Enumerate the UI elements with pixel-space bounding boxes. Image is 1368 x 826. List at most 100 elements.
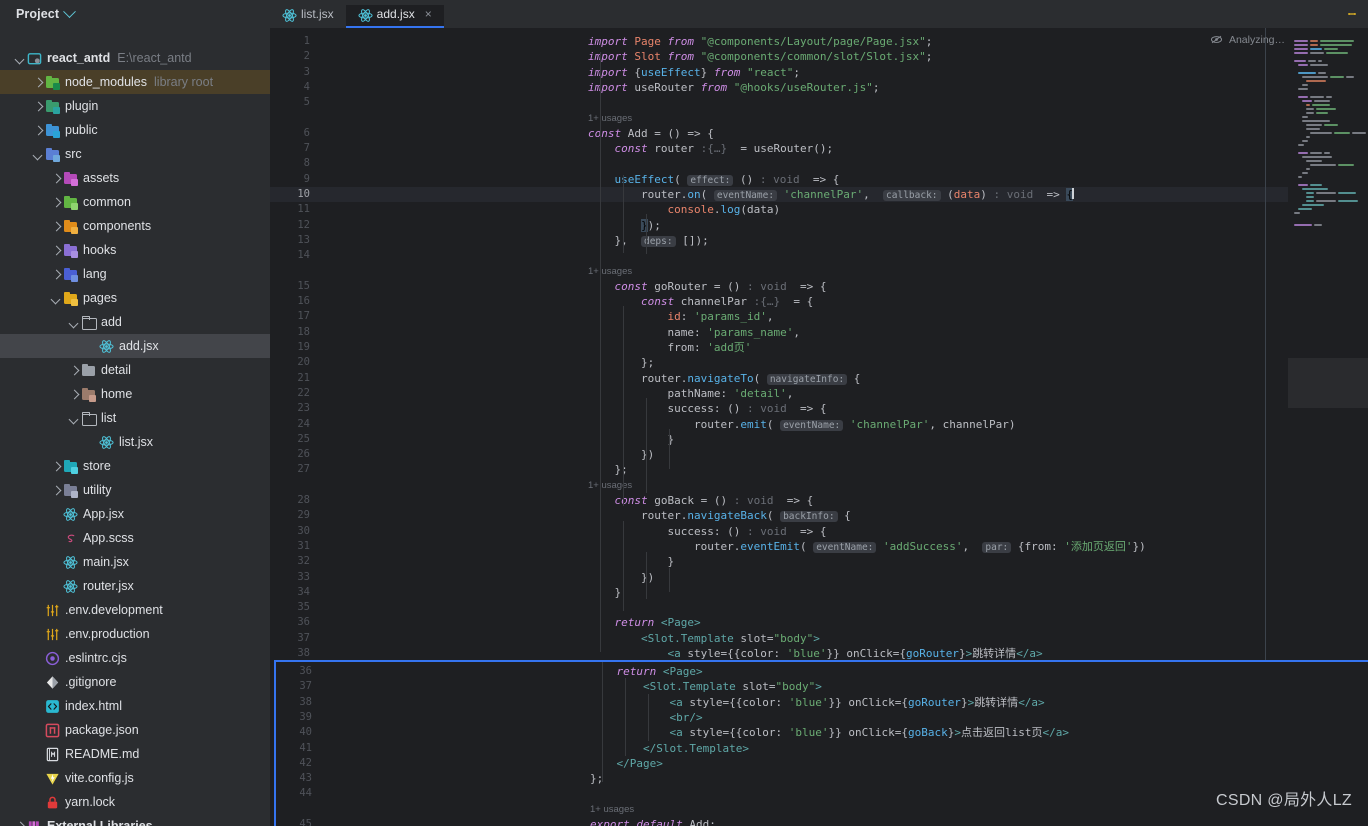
code-line[interactable]: 19 from: 'add页' [270,340,1368,355]
code-line[interactable]: 25 } [270,432,1368,447]
code-line[interactable]: 27 }; [270,462,1368,477]
code-line[interactable]: 37 <Slot.Template slot="body"> [276,679,1368,694]
code-line[interactable]: 30 success: () : void => { [270,524,1368,539]
code-editor-main[interactable]: 1 import Page from "@components/Layout/pa… [270,28,1368,660]
chevron-down-icon[interactable] [32,148,44,160]
chevron-right-icon[interactable] [68,388,80,400]
chevron-right-icon[interactable] [50,268,62,280]
tree-item-hooks[interactable]: hooks [0,238,270,262]
tree-item-react-antd[interactable]: react_antd E:\react_antd [0,46,270,70]
code-line[interactable]: 40 <a style={{color: 'blue'}} onClick={g… [276,725,1368,740]
tree-item-pages[interactable]: pages [0,286,270,310]
code-editor-split-pane[interactable]: 36 return <Page> 37 <Slot.Template slot="… [274,660,1368,826]
tree-item-gitignore[interactable]: .gitignore [0,670,270,694]
tree-item-index-html[interactable]: index.html [0,694,270,718]
chevron-right-icon[interactable] [32,76,44,88]
tree-item-readme-md[interactable]: README.md [0,742,270,766]
tree-item-node-modules[interactable]: node_modules library root [0,70,270,94]
tree-item-plugin[interactable]: plugin [0,94,270,118]
tree-item-main-jsx[interactable]: main.jsx [0,550,270,574]
tree-item-eslintrc-cjs[interactable]: .eslintrc.cjs [0,646,270,670]
tree-item-assets[interactable]: assets [0,166,270,190]
usages-hint[interactable]: 1+ usages [590,802,634,817]
code-line[interactable]: 38 <a style={{color: 'blue'}} onClick={g… [276,695,1368,710]
code-line[interactable]: 24 router.emit( eventName: 'channelPar',… [270,417,1368,432]
code-line[interactable]: 13 }, deps: []); [270,233,1368,248]
code-line[interactable]: 45 export default Add; [276,817,1368,826]
chevron-down-icon[interactable] [68,316,80,328]
chevron-right-icon[interactable] [14,820,26,826]
chevron-down-icon[interactable] [68,412,80,424]
tree-item-store[interactable]: store [0,454,270,478]
tree-item-vite-config-js[interactable]: vite.config.js [0,766,270,790]
code-line[interactable]: 34 } [270,585,1368,600]
tree-item-common[interactable]: common [0,190,270,214]
code-line[interactable]: 42 </Page> [276,756,1368,771]
chevron-right-icon[interactable] [50,244,62,256]
code-line[interactable]: 29 router.navigateBack( backInfo: { [270,508,1368,523]
usages-hint[interactable]: 1+ usages [588,264,632,279]
code-line[interactable]: 15 const goRouter = () : void => { [270,279,1368,294]
code-line[interactable]: 5 [270,95,1368,110]
code-line[interactable]: 3 import {useEffect} from "react"; [270,65,1368,80]
project-tool-window-header[interactable]: Project [0,0,270,28]
editor-minimap[interactable] [1288,28,1368,660]
tree-item-external-libraries[interactable]: External Libraries [0,814,270,826]
tree-item-list-jsx[interactable]: list.jsx [0,430,270,454]
tree-item-env-development[interactable]: .env.development [0,598,270,622]
code-line[interactable]: 17 id: 'params_id', [270,309,1368,324]
code-line[interactable]: 38 <a style={{color: 'blue'}} onClick={g… [270,646,1368,660]
usages-hint[interactable]: 1+ usages [588,478,632,493]
code-line[interactable]: 36 return <Page> [270,615,1368,630]
chevron-right-icon[interactable] [50,484,62,496]
tree-item-env-production[interactable]: .env.production [0,622,270,646]
code-line[interactable]: 1 import Page from "@components/Layout/pa… [270,34,1368,49]
chevron-right-icon[interactable] [50,220,62,232]
tree-item-package-json[interactable]: package.json [0,718,270,742]
code-line[interactable]: 23 success: () : void => { [270,401,1368,416]
code-line[interactable]: 14 [270,248,1368,263]
code-line[interactable]: 20 }; [270,355,1368,370]
code-line[interactable]: 33 }) [270,570,1368,585]
tree-item-app-scss[interactable]: App.scss [0,526,270,550]
tree-item-yarn-lock[interactable]: yarn.lock [0,790,270,814]
chevron-down-icon[interactable] [14,52,26,64]
code-line[interactable]: 22 pathName: 'detail', [270,386,1368,401]
code-line[interactable]: 16 const channelPar :{…} = { [270,294,1368,309]
code-line[interactable]: 43}; [276,771,1368,786]
code-line[interactable]: 2 import Slot from "@components/common/sl… [270,49,1368,64]
tree-item-add[interactable]: add [0,310,270,334]
usages-hint[interactable]: 1+ usages [588,111,632,126]
code-line[interactable]: 26 }) [270,447,1368,462]
code-line[interactable]: 9 useEffect( effect: () : void => { [270,172,1368,187]
code-line[interactable]: 36 return <Page> [276,664,1368,679]
code-line[interactable]: 35 [270,600,1368,615]
tree-item-list[interactable]: list [0,406,270,430]
chevron-right-icon[interactable] [50,460,62,472]
tree-item-app-jsx[interactable]: App.jsx [0,502,270,526]
close-icon[interactable]: × [425,8,432,20]
code-line[interactable]: 41 </Slot.Template> [276,741,1368,756]
code-line[interactable]: 32 } [270,554,1368,569]
code-line[interactable]: 12 }); [270,218,1368,233]
code-line[interactable]: 37 <Slot.Template slot="body"> [270,631,1368,646]
chevron-right-icon[interactable] [68,364,80,376]
chevron-down-icon[interactable] [50,292,62,304]
chevron-right-icon[interactable] [50,172,62,184]
tree-item-src[interactable]: src [0,142,270,166]
code-line[interactable]: 31 router.eventEmit( eventName: 'addSucc… [270,539,1368,554]
tree-item-router-jsx[interactable]: router.jsx [0,574,270,598]
project-file-tree[interactable]: react_antd E:\react_antd node_modules libra… [0,46,270,826]
chevron-right-icon[interactable] [32,124,44,136]
code-line[interactable]: 18 name: 'params_name', [270,325,1368,340]
code-line[interactable]: 6 const Add = () => { [270,126,1368,141]
tree-item-home[interactable]: home [0,382,270,406]
chevron-down-icon[interactable] [63,4,76,18]
code-line[interactable]: 39 <br/> [276,710,1368,725]
tree-item-add-jsx[interactable]: add.jsx [0,334,270,358]
code-line[interactable]: 44 [276,786,1368,801]
tree-item-public[interactable]: public [0,118,270,142]
chevron-right-icon[interactable] [32,100,44,112]
code-line[interactable]: 4 import useRouter from "@hooks/useRouter… [270,80,1368,95]
code-line[interactable]: 8 [270,156,1368,171]
